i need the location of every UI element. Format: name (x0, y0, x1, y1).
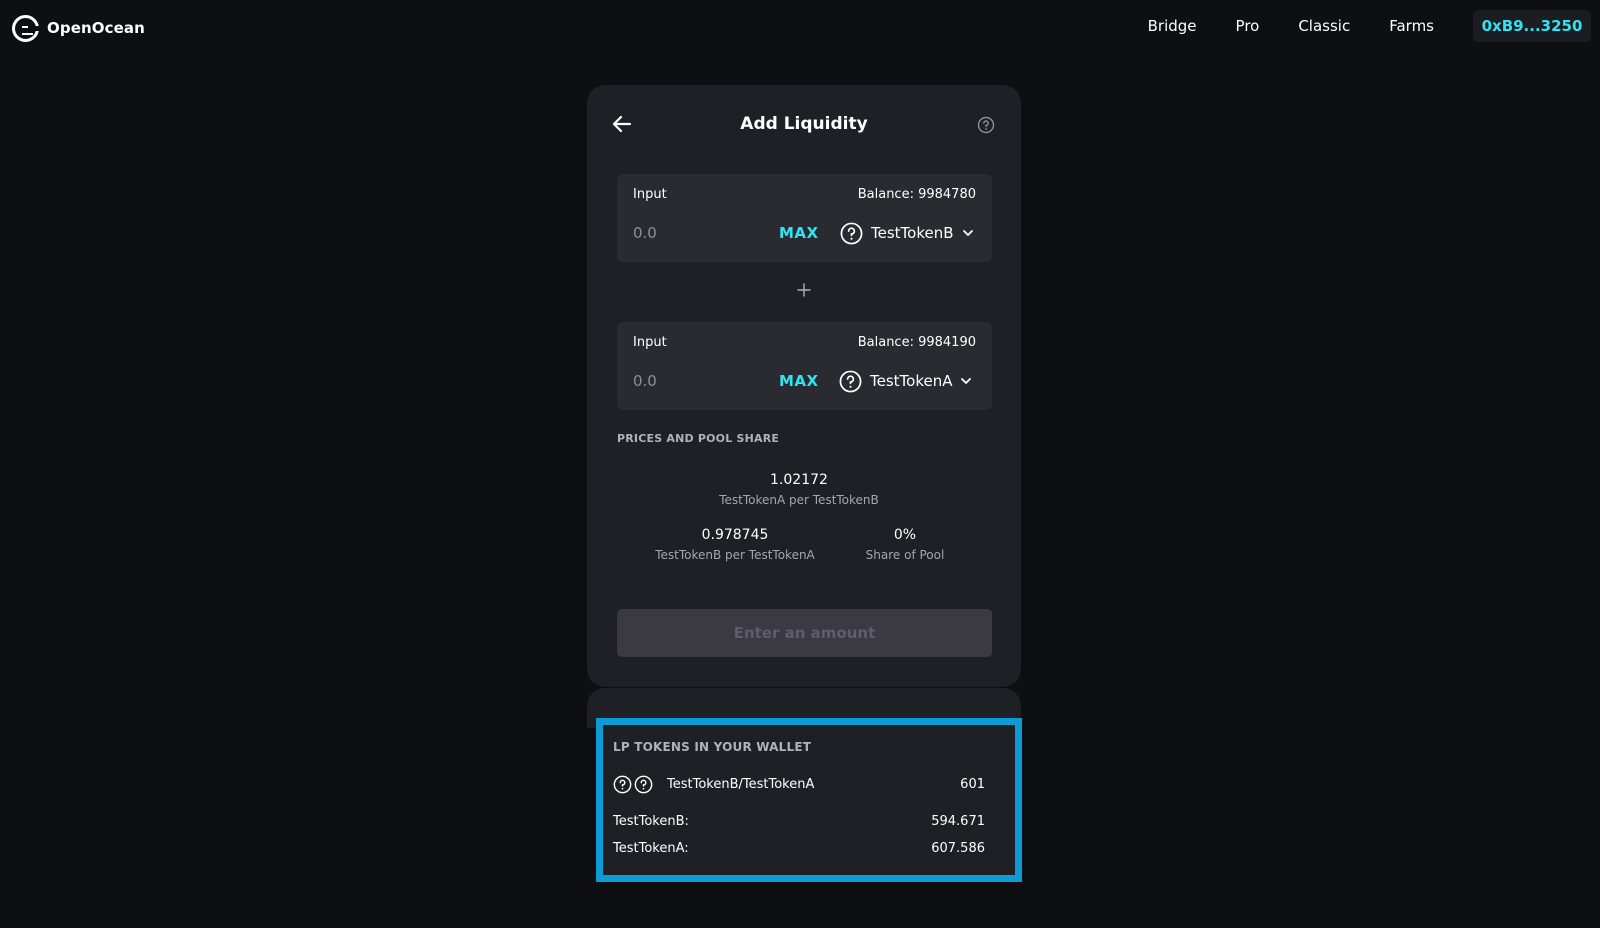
wallet-address-button[interactable]: 0xB9...3250 (1473, 10, 1591, 42)
lp-pair-name: TestTokenB/TestTokenA (667, 777, 815, 792)
logo[interactable]: OpenOcean (12, 14, 145, 42)
chevron-down-icon (962, 230, 973, 236)
page-title: Add Liquidity (740, 114, 868, 134)
token-select-button[interactable]: TestTokenB (840, 220, 974, 246)
amount-input-token-a[interactable] (633, 370, 753, 392)
price-a-per-b: 1.02172 TestTokenA per TestTokenB (677, 472, 921, 507)
amount-input-token-b[interactable] (633, 222, 753, 244)
pair-icons (613, 775, 653, 794)
max-button[interactable]: MAX (779, 372, 819, 390)
lp-section-title: LP TOKENS IN YOUR WALLET (613, 740, 812, 754)
max-button[interactable]: MAX (779, 224, 819, 242)
lp-pair-amount: 601 (960, 777, 985, 792)
nav-link-bridge[interactable]: Bridge (1148, 17, 1197, 35)
nav-link-farms[interactable]: Farms (1389, 17, 1434, 35)
unknown-token-icon (840, 222, 863, 244)
nav-links: Bridge Pro Classic Farms 0xB9...3250 (1148, 10, 1600, 42)
stat-value: 1.02172 (770, 472, 828, 488)
help-icon[interactable] (977, 116, 995, 134)
lp-tokens-card: LP TOKENS IN YOUR WALLET TestTokenB/Test… (596, 718, 1022, 882)
token-balance: Balance: 9984190 (857, 335, 976, 350)
stat-value: 0% (893, 527, 917, 543)
token-select-button[interactable]: TestTokenA (839, 368, 972, 394)
stat-value: 0.978745 (701, 527, 769, 543)
lp-pair-row: TestTokenB/TestTokenA 601 (613, 775, 985, 797)
plus-icon (797, 283, 811, 297)
token-input-panel-b: Input Balance: 9984780 MAX TestTokenB (617, 174, 992, 262)
top-nav: OpenOcean Bridge Pro Classic Farms 0xB9.… (0, 0, 1600, 52)
unknown-token-icon (634, 775, 653, 794)
lp-row-token-b: TestTokenB: 594.671 (613, 814, 985, 829)
openocean-logo-icon (12, 14, 40, 42)
price-b-per-a: 0.978745 TestTokenB per TestTokenA (635, 527, 835, 562)
lp-row-value: 594.671 (931, 814, 985, 829)
input-label: Input (633, 335, 667, 350)
enter-amount-button[interactable]: Enter an amount (617, 609, 992, 657)
token-balance: Balance: 9984780 (857, 187, 976, 202)
unknown-token-icon (613, 775, 632, 794)
token-name: TestTokenB (871, 224, 954, 242)
nav-link-classic[interactable]: Classic (1298, 17, 1350, 35)
stat-label: Share of Pool (865, 548, 945, 562)
unknown-token-icon (839, 370, 862, 392)
lp-row-token-a: TestTokenA: 607.586 (613, 841, 985, 856)
token-name: TestTokenA (870, 372, 953, 390)
stat-label: TestTokenA per TestTokenB (719, 493, 879, 507)
share-of-pool: 0% Share of Pool (835, 527, 975, 562)
input-label: Input (633, 187, 667, 202)
prices-section-title: PRICES AND POOL SHARE (617, 432, 780, 445)
lp-row-label: TestTokenA: (613, 841, 689, 856)
nav-link-pro[interactable]: Pro (1236, 17, 1260, 35)
stat-label: TestTokenB per TestTokenA (655, 548, 815, 562)
chevron-down-icon (961, 378, 972, 384)
add-liquidity-card: Add Liquidity Input Balance: 9984780 MAX… (587, 85, 1021, 687)
card-header: Add Liquidity (587, 105, 1021, 145)
lp-row-label: TestTokenB: (613, 814, 689, 829)
logo-text: OpenOcean (47, 19, 145, 37)
token-input-panel-a: Input Balance: 9984190 MAX TestTokenA (617, 322, 992, 410)
lp-row-value: 607.586 (931, 841, 985, 856)
